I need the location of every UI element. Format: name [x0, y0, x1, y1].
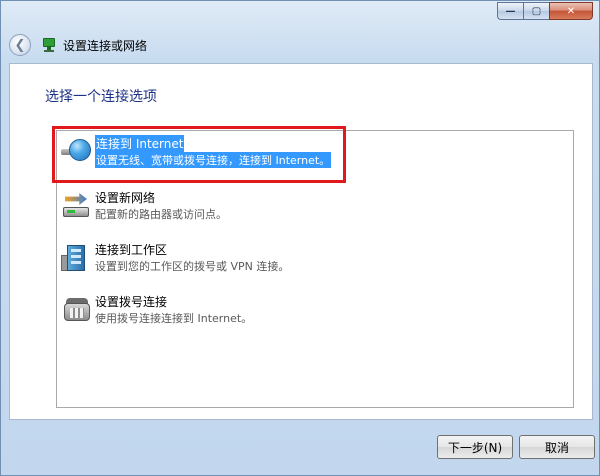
- option-workplace[interactable]: 连接到工作区 设置到您的工作区的拨号或 VPN 连接。: [57, 237, 573, 283]
- option-title: 设置新网络: [95, 191, 156, 205]
- option-desc: 配置新的路由器或访问点。: [95, 208, 227, 221]
- globe-icon: [61, 137, 91, 167]
- option-desc: 设置无线、宽带或拨号连接，连接到 Internet。: [95, 152, 332, 168]
- title-bar: — ▢ ✕: [1, 1, 599, 31]
- router-icon: [61, 191, 91, 221]
- minimize-button[interactable]: —: [497, 2, 523, 20]
- network-setup-icon: [41, 37, 57, 53]
- close-icon: ✕: [566, 5, 576, 17]
- back-arrow-icon: ❮: [14, 37, 26, 53]
- next-button[interactable]: 下一步(N): [437, 435, 513, 459]
- cancel-button[interactable]: 取消: [519, 435, 595, 459]
- workplace-icon: [61, 243, 91, 273]
- caption-buttons: — ▢ ✕: [497, 2, 593, 20]
- option-new-network[interactable]: 设置新网络 配置新的路由器或访问点。: [57, 185, 573, 231]
- option-title: 连接到 Internet: [95, 135, 185, 152]
- window-title: 设置连接或网络: [63, 38, 148, 53]
- close-button[interactable]: ✕: [549, 2, 593, 20]
- phone-icon: [61, 295, 91, 325]
- option-dialup[interactable]: 设置拨号连接 使用拨号连接连接到 Internet。: [57, 289, 573, 335]
- option-title: 连接到工作区: [95, 243, 168, 257]
- minimize-icon: —: [505, 5, 516, 17]
- option-desc: 使用拨号连接连接到 Internet。: [95, 312, 253, 325]
- button-bar: 下一步(N) 取消: [1, 429, 599, 469]
- option-connect-internet[interactable]: 连接到 Internet 设置无线、宽带或拨号连接，连接到 Internet。: [57, 131, 573, 177]
- page-heading: 选择一个连接选项: [45, 89, 157, 105]
- connection-options-list: 连接到 Internet 设置无线、宽带或拨号连接，连接到 Internet。 …: [56, 130, 574, 408]
- back-button[interactable]: ❮: [9, 34, 31, 56]
- nav-bar: ❮ 设置连接或网络: [9, 31, 147, 59]
- option-title: 设置拨号连接: [95, 295, 168, 309]
- wizard-content: 选择一个连接选项 连接到 Internet 设置无线、宽带或拨号连接，连接到 I…: [9, 63, 593, 420]
- maximize-icon: ▢: [531, 5, 542, 17]
- window-frame: — ▢ ✕ ❮ 设置连接或网络 选择一个连接选项 连接到 Internet 设置…: [0, 0, 600, 476]
- maximize-button[interactable]: ▢: [523, 2, 549, 20]
- option-desc: 设置到您的工作区的拨号或 VPN 连接。: [95, 260, 290, 273]
